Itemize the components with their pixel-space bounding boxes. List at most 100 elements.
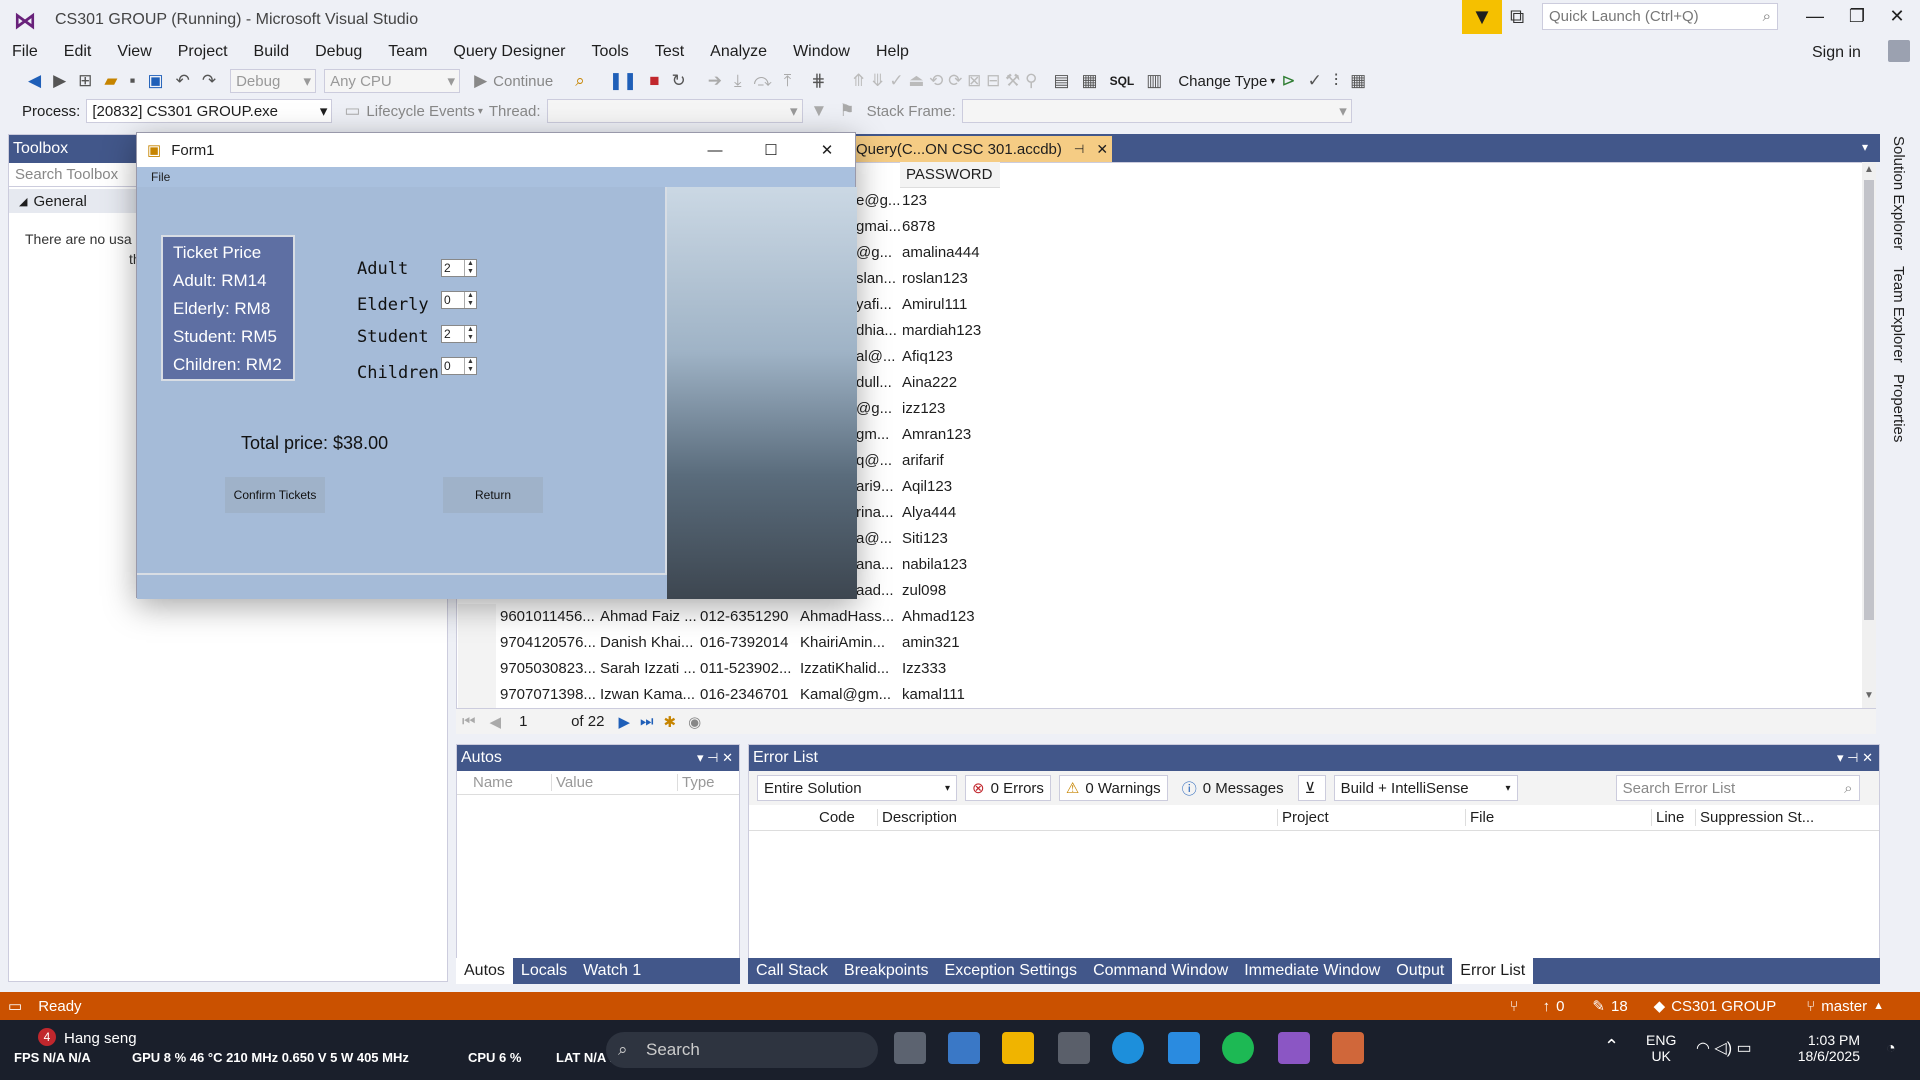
- col-value[interactable]: Value: [551, 774, 677, 791]
- search-error-list-input[interactable]: Search Error List ⌕: [1615, 775, 1860, 801]
- menu-edit[interactable]: Edit: [64, 43, 92, 61]
- first-record-icon[interactable]: ⏮: [462, 713, 476, 730]
- diagram-pane-icon[interactable]: ▤: [1053, 71, 1069, 91]
- undo-icon[interactable]: ↶: [176, 71, 190, 91]
- pause-icon[interactable]: ❚❚: [609, 71, 638, 91]
- file-explorer-icon[interactable]: [1002, 1032, 1034, 1064]
- grid-cell-password[interactable]: 123: [902, 188, 1000, 214]
- group-by-icon[interactable]: ⫶: [1334, 71, 1338, 91]
- grid-cell-password[interactable]: Amirul111: [902, 292, 1000, 318]
- step-out-icon[interactable]: ⤒: [784, 71, 792, 91]
- menu-debug[interactable]: Debug: [315, 43, 362, 61]
- form-minimize-button[interactable]: —: [687, 142, 743, 159]
- elderly-quantity-stepper[interactable]: 0 ▲ ▼: [441, 291, 477, 309]
- menu-view[interactable]: View: [117, 43, 151, 61]
- menu-test[interactable]: Test: [655, 43, 684, 61]
- step-into-icon[interactable]: ⤓: [734, 71, 742, 91]
- col-line[interactable]: Line: [1651, 809, 1695, 826]
- grid-cell-password[interactable]: izz123: [902, 396, 1000, 422]
- return-button[interactable]: Return: [443, 477, 543, 513]
- grid-pane-icon[interactable]: ▦: [1082, 71, 1098, 91]
- menu-analyze[interactable]: Analyze: [710, 43, 767, 61]
- minimize-button[interactable]: —: [1800, 6, 1830, 30]
- tab-call-stack[interactable]: Call Stack: [748, 958, 836, 984]
- grid-cell-email[interactable]: @g...: [856, 240, 900, 266]
- open-folder-icon[interactable]: ▰: [104, 71, 117, 91]
- col-name[interactable]: Name: [457, 774, 551, 791]
- grid-cell-password[interactable]: Afiq123: [902, 344, 1000, 370]
- account-avatar-icon[interactable]: [1888, 40, 1910, 62]
- add-table-icon[interactable]: ▦: [1350, 71, 1366, 91]
- save-icon[interactable]: ▪: [129, 71, 135, 91]
- scope-dropdown[interactable]: Entire Solution ▾: [757, 775, 957, 801]
- grid-cell-password[interactable]: Siti123: [902, 526, 1000, 552]
- tab-overflow-icon[interactable]: ▾: [1862, 140, 1868, 154]
- form-maximize-button[interactable]: ☐: [743, 141, 799, 159]
- stop-icon[interactable]: ■: [649, 71, 659, 91]
- children-quantity-stepper[interactable]: 0 ▲ ▼: [441, 357, 477, 375]
- new-record-icon[interactable]: ✱: [664, 713, 677, 731]
- current-record-field[interactable]: 1: [519, 713, 565, 730]
- vscode-icon[interactable]: [1168, 1032, 1200, 1064]
- thread-dropdown[interactable]: ▾: [546, 99, 803, 123]
- col-project[interactable]: Project: [1277, 809, 1465, 826]
- branch-icon[interactable]: ⑂: [1806, 998, 1815, 1015]
- last-record-icon[interactable]: ⏭: [640, 713, 654, 730]
- grid-cell-password[interactable]: Izz333: [902, 656, 1000, 682]
- scroll-down-icon[interactable]: ▼: [1864, 690, 1874, 701]
- row-selector[interactable]: [458, 630, 496, 656]
- tab-query-document[interactable]: Query(C...ON CSC 301.accdb) ⊣ ✕: [850, 136, 1112, 162]
- menu-build[interactable]: Build: [254, 43, 290, 61]
- menu-help[interactable]: Help: [876, 43, 909, 61]
- grid-cell-email[interactable]: a@...: [856, 526, 900, 552]
- grid-cell-email[interactable]: rina...: [856, 500, 900, 526]
- col-password-header[interactable]: PASSWORD: [900, 162, 1000, 188]
- execute-sql-icon[interactable]: ⊳: [1281, 71, 1295, 91]
- app-icon-2[interactable]: [1058, 1032, 1090, 1064]
- chevron-up-icon[interactable]: ⌃: [1604, 1036, 1619, 1057]
- warnings-filter-button[interactable]: ⚠ 0 Warnings: [1058, 775, 1168, 801]
- grid-cell-password[interactable]: roslan123: [902, 266, 1000, 292]
- grid-cell-ic[interactable]: 9707071398...: [500, 682, 598, 708]
- restore-button[interactable]: ❐: [1842, 6, 1872, 30]
- grid-cell-email[interactable]: IzzatiKhalid...: [800, 656, 898, 682]
- spotify-icon[interactable]: [1222, 1032, 1254, 1064]
- task-view-icon[interactable]: [894, 1032, 926, 1064]
- col-type[interactable]: Type: [677, 774, 715, 791]
- grid-cell-ic[interactable]: 9601011456...: [500, 604, 598, 630]
- clock[interactable]: 1:03 PM 18/6/2025: [1796, 1032, 1860, 1064]
- grid-cell-password[interactable]: nabila123: [902, 552, 1000, 578]
- lifecycle-events-dropdown[interactable]: Lifecycle Events: [366, 103, 474, 120]
- grid-cell-email[interactable]: dull...: [856, 370, 900, 396]
- grid-cell-email[interactable]: dhia...: [856, 318, 900, 344]
- tab-locals[interactable]: Locals: [513, 958, 575, 984]
- grid-cell-password[interactable]: Alya444: [902, 500, 1000, 526]
- grid-cell-password[interactable]: 6878: [902, 214, 1000, 240]
- grid-cell-email[interactable]: gmai...: [856, 214, 900, 240]
- tab-exception-settings[interactable]: Exception Settings: [937, 958, 1086, 984]
- row-selector[interactable]: [458, 682, 496, 708]
- grid-cell-password[interactable]: Ahmad123: [902, 604, 1000, 630]
- grid-cell-password[interactable]: kamal111: [902, 682, 1000, 708]
- grid-cell-email[interactable]: q@...: [856, 448, 900, 474]
- close-button[interactable]: ✕: [1882, 6, 1912, 30]
- flag-thread-icon[interactable]: ▼: [811, 101, 828, 121]
- repo-icon[interactable]: ◆: [1654, 997, 1666, 1015]
- menu-tools[interactable]: Tools: [591, 43, 628, 61]
- show-next-statement-icon[interactable]: ➔: [708, 71, 722, 91]
- tab-properties[interactable]: Properties: [1890, 374, 1907, 442]
- build-source-dropdown[interactable]: Build + IntelliSense ▾: [1333, 775, 1518, 801]
- grid-cell-email[interactable]: e@g...: [856, 188, 900, 214]
- back-icon[interactable]: ◀: [28, 71, 41, 91]
- grid-cell-email[interactable]: aad...: [856, 578, 900, 604]
- app-icon-1[interactable]: [948, 1032, 980, 1064]
- col-suppression-state[interactable]: Suppression St...: [1695, 809, 1814, 826]
- sql-pane-icon[interactable]: SQL: [1110, 74, 1135, 88]
- forward-icon[interactable]: ▶: [53, 71, 66, 91]
- filter-icon[interactable]: ▼: [1462, 0, 1502, 34]
- branch-name[interactable]: master: [1821, 998, 1867, 1015]
- panel-options-icons[interactable]: ▾ ⊣ ✕: [697, 750, 733, 766]
- save-all-icon[interactable]: ▣: [148, 71, 164, 91]
- col-description[interactable]: Description: [877, 809, 1277, 826]
- show-flagged-icon[interactable]: ⚑: [839, 101, 854, 121]
